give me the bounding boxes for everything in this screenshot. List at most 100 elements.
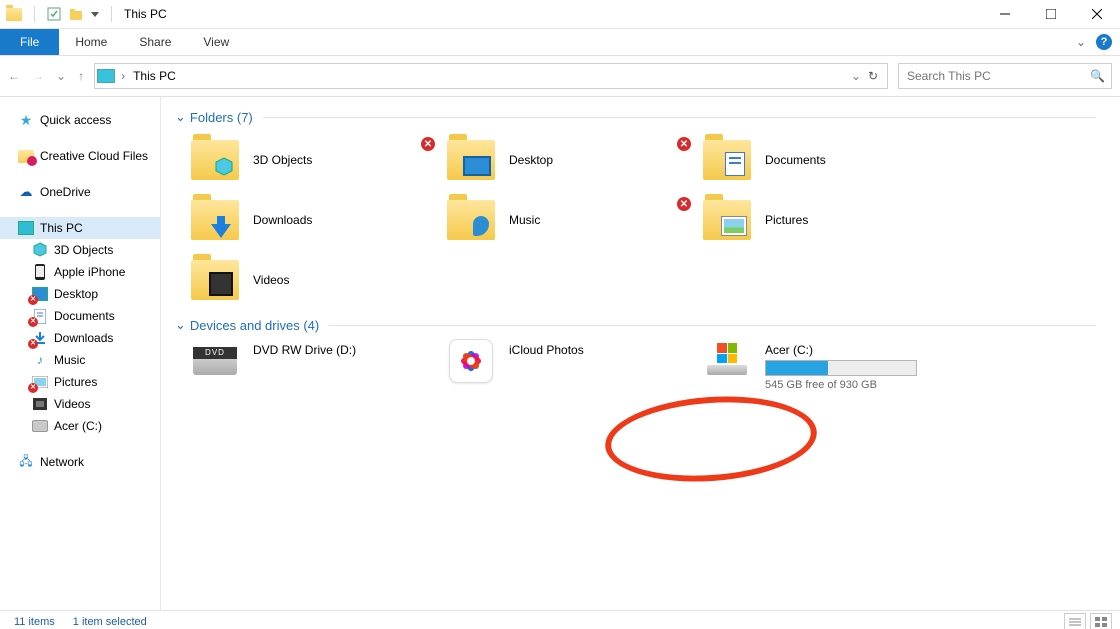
details-view-icon[interactable] xyxy=(1064,613,1086,629)
folder-icon xyxy=(191,200,239,240)
folder-downloads[interactable]: Downloads xyxy=(191,193,447,247)
drive-usage-bar xyxy=(765,360,917,376)
tab-file[interactable]: File xyxy=(0,29,59,55)
folder-label: Videos xyxy=(253,273,289,287)
tab-home[interactable]: Home xyxy=(59,29,123,55)
sidebar-label: 3D Objects xyxy=(54,243,113,257)
folder-icon xyxy=(191,260,239,300)
section-title: Devices and drives (4) xyxy=(190,318,319,333)
sidebar-item-this-pc[interactable]: This PC xyxy=(0,217,160,239)
sidebar-item-creative-cloud[interactable]: Creative Cloud Files xyxy=(0,145,160,167)
sidebar-item-acer-c[interactable]: Acer (C:) xyxy=(0,415,160,437)
folder-label: 3D Objects xyxy=(253,153,312,167)
chevron-right-icon: › xyxy=(121,69,125,83)
tiles-view-icon[interactable] xyxy=(1090,613,1112,629)
sync-error-icon: ✕ xyxy=(677,197,691,211)
folder-videos[interactable]: Videos xyxy=(191,253,447,307)
network-icon: 🖧 xyxy=(18,454,34,470)
window-controls xyxy=(982,0,1120,28)
folder-icon xyxy=(191,140,239,180)
sync-error-icon: ✕ xyxy=(677,137,691,151)
folder-icon xyxy=(447,200,495,240)
navigation-pane: ★ Quick access Creative Cloud Files ☁ On… xyxy=(0,97,161,610)
search-icon[interactable]: 🔍 xyxy=(1090,69,1105,83)
this-pc-icon xyxy=(18,220,34,236)
close-button[interactable] xyxy=(1074,0,1120,28)
sidebar-label: OneDrive xyxy=(40,185,91,199)
sidebar-item-videos[interactable]: Videos xyxy=(0,393,160,415)
ribbon-tabs: File Home Share View ⌄ ? xyxy=(0,29,1120,56)
minimize-button[interactable] xyxy=(982,0,1028,28)
sidebar-item-apple-iphone[interactable]: Apple iPhone xyxy=(0,261,160,283)
refresh-icon[interactable]: ↻ xyxy=(861,69,885,83)
separator xyxy=(263,117,1096,118)
nav-arrows: ← → ⌄ ↑ xyxy=(8,69,84,83)
drive-label: Acer (C:) xyxy=(765,343,917,357)
sidebar-item-music[interactable]: ♪ Music xyxy=(0,349,160,371)
sidebar-item-desktop[interactable]: ✕ Desktop xyxy=(0,283,160,305)
search-box[interactable]: 🔍 xyxy=(898,63,1112,89)
drive-label: DVD RW Drive (D:) xyxy=(253,343,356,357)
folder-label: Pictures xyxy=(765,213,808,227)
chevron-down-icon: ⌄ xyxy=(175,109,186,125)
sidebar-label: Apple iPhone xyxy=(54,265,125,279)
folders-grid: 3D Objects ✕ Desktop ✕ Documents Downloa… xyxy=(161,133,1120,313)
search-input[interactable] xyxy=(905,68,1090,84)
new-folder-icon[interactable] xyxy=(69,7,83,21)
sidebar-item-pictures[interactable]: ✕ Pictures xyxy=(0,371,160,393)
folder-icon xyxy=(703,140,751,180)
expand-ribbon-icon[interactable]: ⌄ xyxy=(1076,35,1086,49)
separator xyxy=(329,325,1096,326)
folder-3d-objects[interactable]: 3D Objects xyxy=(191,133,447,187)
sidebar-item-network[interactable]: 🖧 Network xyxy=(0,451,160,473)
star-icon: ★ xyxy=(18,112,34,128)
back-button[interactable]: ← xyxy=(8,69,20,83)
local-disk-icon xyxy=(703,341,751,381)
drive-icloud-photos[interactable]: iCloud Photos xyxy=(447,341,703,391)
recent-locations-icon[interactable]: ⌄ xyxy=(56,69,66,83)
section-devices-header[interactable]: ⌄ Devices and drives (4) xyxy=(175,317,1120,333)
folder-music[interactable]: Music xyxy=(447,193,703,247)
folder-label: Downloads xyxy=(253,213,312,227)
folder-desktop[interactable]: ✕ Desktop xyxy=(447,133,703,187)
up-button[interactable]: ↑ xyxy=(78,69,84,83)
chevron-down-icon: ⌄ xyxy=(175,317,186,333)
folder-icon xyxy=(447,140,495,180)
address-dropdown-icon[interactable]: ⌄ xyxy=(851,69,861,83)
title-bar: This PC xyxy=(0,0,1120,29)
folder-pictures[interactable]: ✕ Pictures xyxy=(703,193,959,247)
drive-label: iCloud Photos xyxy=(509,343,584,357)
sidebar-label: Quick access xyxy=(40,113,111,127)
address-input[interactable] xyxy=(131,68,851,84)
sidebar-label: Pictures xyxy=(54,375,97,389)
folder-label: Documents xyxy=(765,153,826,167)
drive-acer-c[interactable]: Acer (C:) 545 GB free of 930 GB xyxy=(703,341,959,391)
help-icon[interactable]: ? xyxy=(1096,34,1112,50)
drive-dvd[interactable]: DVD RW Drive (D:) xyxy=(191,341,447,391)
sidebar-item-documents[interactable]: ✕ Documents xyxy=(0,305,160,327)
sidebar-label: Creative Cloud Files xyxy=(40,149,148,163)
forward-button[interactable]: → xyxy=(32,69,44,83)
folder-label: Desktop xyxy=(509,153,553,167)
sidebar-item-downloads[interactable]: ✕ Downloads xyxy=(0,327,160,349)
maximize-button[interactable] xyxy=(1028,0,1074,28)
properties-icon[interactable] xyxy=(47,7,61,21)
onedrive-icon: ☁ xyxy=(18,184,34,200)
address-bar[interactable]: › ⌄ ↻ xyxy=(94,63,888,89)
tab-share[interactable]: Share xyxy=(123,29,187,55)
sidebar-item-quick-access[interactable]: ★ Quick access xyxy=(0,109,160,131)
nav-bar: ← → ⌄ ↑ › ⌄ ↻ 🔍 xyxy=(0,56,1120,97)
sidebar-item-3d-objects[interactable]: 3D Objects xyxy=(0,239,160,261)
tab-view[interactable]: View xyxy=(187,29,245,55)
section-folders-header[interactable]: ⌄ Folders (7) xyxy=(175,109,1120,125)
status-selected-count: 1 item selected xyxy=(73,616,147,628)
sync-error-icon: ✕ xyxy=(421,137,435,151)
folder-documents[interactable]: ✕ Documents xyxy=(703,133,959,187)
qat-dropdown-icon[interactable] xyxy=(91,10,99,18)
this-pc-icon xyxy=(97,69,115,83)
annotation-circle xyxy=(602,390,819,489)
separator xyxy=(111,6,112,22)
sidebar-item-onedrive[interactable]: ☁ OneDrive xyxy=(0,181,160,203)
status-bar: 11 items 1 item selected xyxy=(0,610,1120,629)
dvd-drive-icon xyxy=(191,341,239,381)
